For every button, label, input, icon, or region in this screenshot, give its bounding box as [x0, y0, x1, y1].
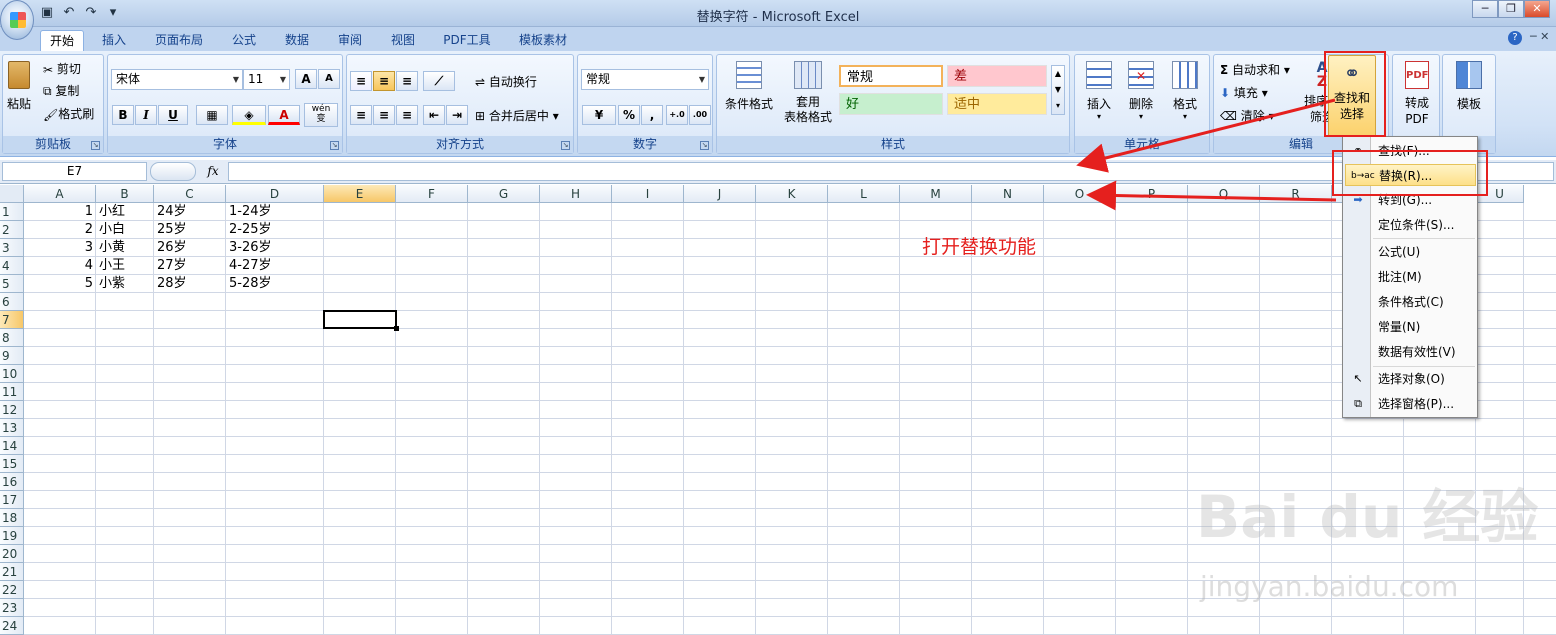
annotation-arrows: [1076, 98, 1337, 211]
arrow-to-ribbon: [1076, 98, 1336, 173]
arrow-to-grid: [1086, 180, 1337, 211]
